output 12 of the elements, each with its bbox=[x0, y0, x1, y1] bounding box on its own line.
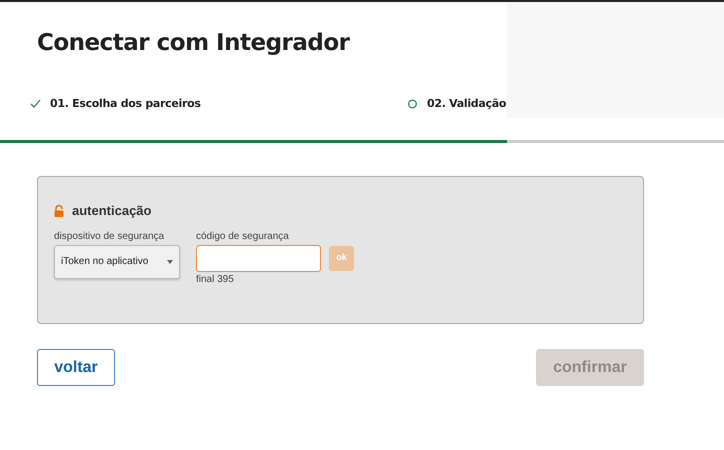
page-title: Conectar com Integrador bbox=[36, 29, 351, 58]
device-select[interactable]: iToken no aplicativo bbox=[54, 244, 180, 278]
step-label: 02. Validação bbox=[427, 96, 506, 112]
back-button[interactable]: voltar bbox=[37, 349, 115, 386]
section-title: autenticação bbox=[72, 202, 152, 220]
security-code-field[interactable] bbox=[196, 244, 321, 272]
hint-text: final 395 bbox=[196, 272, 235, 286]
step-label: 01. Escolha dos parceiros bbox=[50, 96, 201, 112]
field-label: código de segurança bbox=[196, 230, 290, 244]
lock-icon bbox=[54, 204, 64, 217]
caret-icon bbox=[167, 260, 173, 264]
field-label: dispositivo de segurança bbox=[54, 230, 166, 244]
